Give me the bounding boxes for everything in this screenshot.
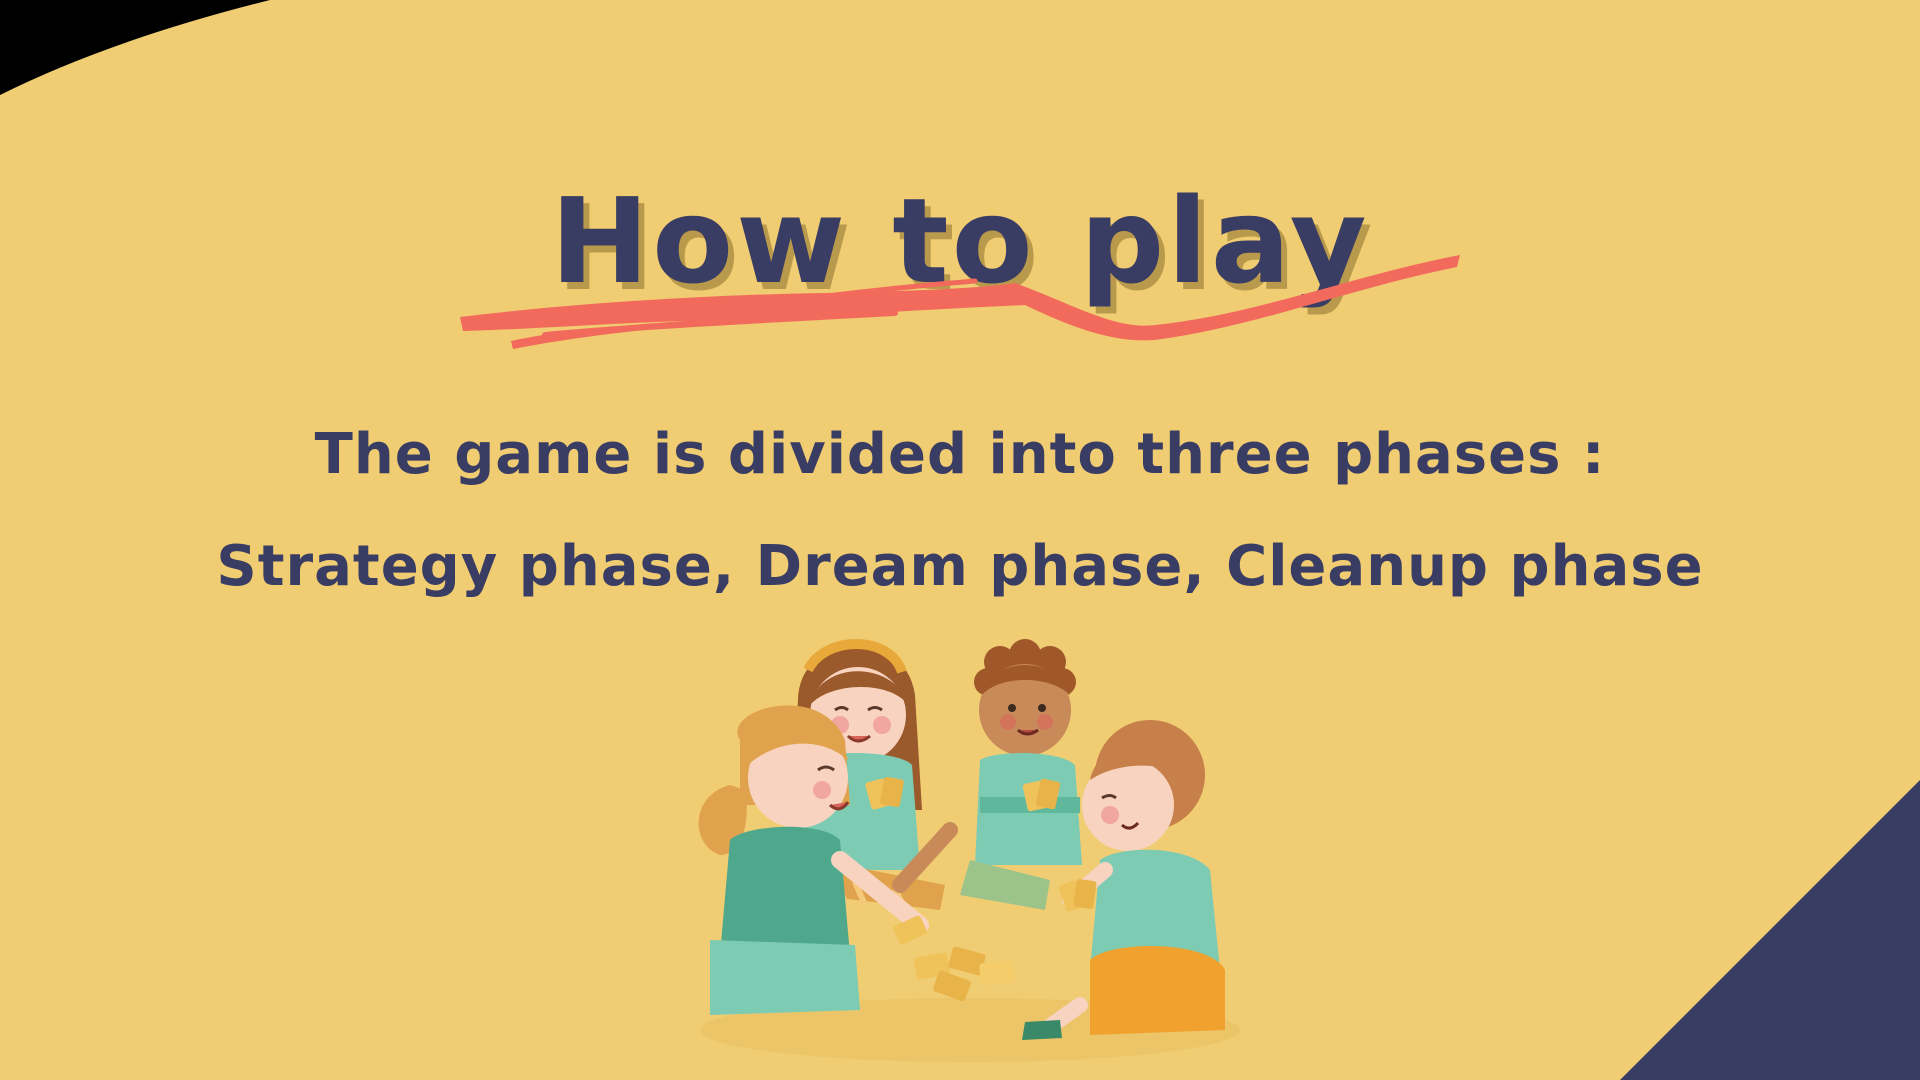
intro-text: The game is divided into three phases : [314,422,1606,487]
children-playing-cards-illustration [698,639,1240,1062]
top-left-black-curve [0,0,270,95]
scattered-cards [893,915,1015,1002]
phases-text: Strategy phase, Dream phase, Cleanup pha… [216,534,1704,599]
brush-underline [460,255,1460,349]
bottom-right-navy-corner [1620,780,1920,1080]
boy-with-curly-hair [892,639,1082,910]
